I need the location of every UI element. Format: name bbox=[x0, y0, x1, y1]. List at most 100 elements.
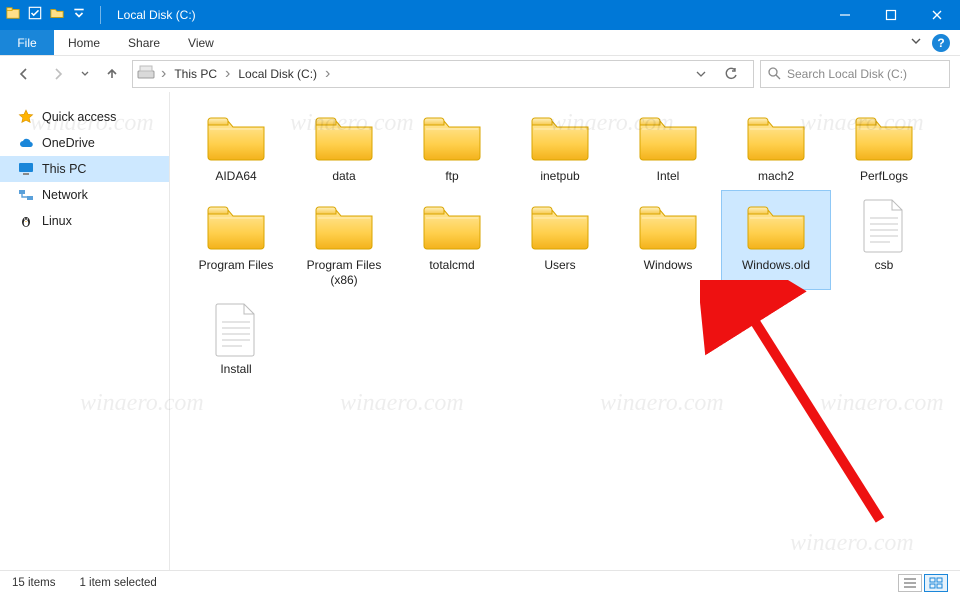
folder-icon bbox=[614, 195, 722, 257]
sidebar-item-label: Network bbox=[42, 188, 88, 202]
file-install[interactable]: Install bbox=[182, 295, 290, 378]
quick-access-toolbar bbox=[0, 6, 107, 25]
status-selection: 1 item selected bbox=[79, 577, 156, 589]
sidebar-item-linux[interactable]: Linux bbox=[0, 208, 169, 234]
folder-icon bbox=[506, 195, 614, 257]
maximize-button[interactable] bbox=[868, 0, 914, 30]
minimize-button[interactable] bbox=[822, 0, 868, 30]
qat-checkbox-icon[interactable] bbox=[28, 6, 42, 25]
folder-icon bbox=[398, 106, 506, 168]
nav-up-button[interactable] bbox=[98, 60, 126, 88]
item-label: Users bbox=[506, 257, 614, 274]
folder-inetpub[interactable]: inetpub bbox=[506, 102, 614, 185]
search-input[interactable]: Search Local Disk (C:) bbox=[760, 60, 950, 88]
search-icon bbox=[767, 66, 781, 83]
chevron-right-icon[interactable]: › bbox=[325, 65, 330, 83]
tab-home[interactable]: Home bbox=[54, 30, 114, 55]
tab-view[interactable]: View bbox=[174, 30, 228, 55]
folder-program-files-x86-[interactable]: Program Files (x86) bbox=[290, 191, 398, 289]
folder-totalcmd[interactable]: totalcmd bbox=[398, 191, 506, 289]
folder-windows[interactable]: Windows bbox=[614, 191, 722, 289]
item-label: totalcmd bbox=[398, 257, 506, 274]
separator bbox=[100, 6, 101, 24]
item-label: Windows bbox=[614, 257, 722, 274]
item-label: data bbox=[290, 168, 398, 185]
monitor-icon bbox=[18, 161, 34, 177]
item-label: inetpub bbox=[506, 168, 614, 185]
sidebar-item-this-pc[interactable]: This PC bbox=[0, 156, 169, 182]
refresh-button[interactable] bbox=[717, 60, 745, 88]
titlebar: Local Disk (C:) bbox=[0, 0, 960, 30]
qat-dropdown-icon[interactable] bbox=[72, 6, 86, 25]
network-icon bbox=[18, 187, 34, 203]
ribbon-expand-icon[interactable] bbox=[910, 34, 922, 52]
file-icon bbox=[830, 195, 938, 257]
address-dropdown-icon[interactable] bbox=[687, 60, 715, 88]
penguin-icon bbox=[18, 213, 34, 229]
item-label: ftp bbox=[398, 168, 506, 185]
folder-windows-old[interactable]: Windows.old bbox=[722, 191, 830, 289]
help-icon[interactable]: ? bbox=[932, 34, 950, 52]
sidebar-item-label: Linux bbox=[42, 214, 72, 228]
folder-program-files[interactable]: Program Files bbox=[182, 191, 290, 289]
folder-ftp[interactable]: ftp bbox=[398, 102, 506, 185]
item-label: Install bbox=[182, 361, 290, 378]
item-label: Program Files (x86) bbox=[290, 257, 398, 289]
drive-icon bbox=[137, 64, 155, 85]
folder-icon bbox=[722, 106, 830, 168]
folder-icon bbox=[398, 195, 506, 257]
item-grid: AIDA64dataftpinetpubIntelmach2PerfLogs Pr… bbox=[182, 102, 954, 384]
search-placeholder: Search Local Disk (C:) bbox=[787, 67, 907, 81]
content-pane[interactable]: AIDA64dataftpinetpubIntelmach2PerfLogs Pr… bbox=[170, 92, 960, 570]
window-title: Local Disk (C:) bbox=[107, 8, 822, 22]
folder-mach2[interactable]: mach2 bbox=[722, 102, 830, 185]
item-label: mach2 bbox=[722, 168, 830, 185]
folder-icon bbox=[722, 195, 830, 257]
window-controls bbox=[822, 0, 960, 30]
sidebar-item-quick-access[interactable]: Quick access bbox=[0, 104, 169, 130]
nav-back-button[interactable] bbox=[10, 60, 38, 88]
address-bar: › This PC › Local Disk (C:) › Search Loc… bbox=[0, 56, 960, 92]
tab-file[interactable]: File bbox=[0, 30, 54, 55]
star-icon bbox=[18, 109, 34, 125]
folder-icon bbox=[506, 106, 614, 168]
breadcrumb-local-disk[interactable]: Local Disk (C:) bbox=[236, 67, 319, 81]
status-count: 15 items bbox=[12, 577, 55, 589]
view-large-icons-button[interactable] bbox=[924, 574, 948, 592]
status-bar: 15 items 1 item selected bbox=[0, 570, 960, 594]
chevron-right-icon[interactable]: › bbox=[161, 65, 166, 83]
folder-perflogs[interactable]: PerfLogs bbox=[830, 102, 938, 185]
cloud-icon bbox=[18, 135, 34, 151]
ribbon-tabs: File Home Share View ? bbox=[0, 30, 960, 56]
item-label: Program Files bbox=[182, 257, 290, 274]
folder-icon bbox=[290, 106, 398, 168]
folder-icon bbox=[182, 195, 290, 257]
breadcrumb-bar[interactable]: › This PC › Local Disk (C:) › bbox=[132, 60, 754, 88]
sidebar-item-label: OneDrive bbox=[42, 136, 95, 150]
folder-users[interactable]: Users bbox=[506, 191, 614, 289]
nav-recent-button[interactable] bbox=[78, 60, 92, 88]
item-label: Intel bbox=[614, 168, 722, 185]
chevron-right-icon[interactable]: › bbox=[225, 65, 230, 83]
folder-data[interactable]: data bbox=[290, 102, 398, 185]
file-csb[interactable]: csb bbox=[830, 191, 938, 289]
qat-folder-icon[interactable] bbox=[50, 6, 64, 25]
file-icon bbox=[182, 299, 290, 361]
view-details-button[interactable] bbox=[898, 574, 922, 592]
tab-share[interactable]: Share bbox=[114, 30, 174, 55]
item-label: Windows.old bbox=[722, 257, 830, 274]
folder-intel[interactable]: Intel bbox=[614, 102, 722, 185]
close-button[interactable] bbox=[914, 0, 960, 30]
breadcrumb-this-pc[interactable]: This PC bbox=[172, 67, 219, 81]
nav-forward-button[interactable] bbox=[44, 60, 72, 88]
folder-icon bbox=[614, 106, 722, 168]
folder-icon bbox=[830, 106, 938, 168]
app-icon bbox=[6, 6, 20, 25]
sidebar-item-network[interactable]: Network bbox=[0, 182, 169, 208]
folder-icon bbox=[182, 106, 290, 168]
item-label: csb bbox=[830, 257, 938, 274]
folder-aida64[interactable]: AIDA64 bbox=[182, 102, 290, 185]
sidebar-item-label: This PC bbox=[42, 162, 86, 176]
sidebar-item-onedrive[interactable]: OneDrive bbox=[0, 130, 169, 156]
item-label: PerfLogs bbox=[830, 168, 938, 185]
